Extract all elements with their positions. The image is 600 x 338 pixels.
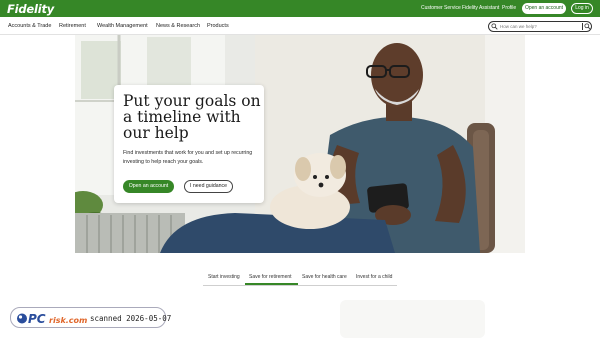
svg-text:PC: PC: [28, 312, 46, 326]
search-box[interactable]: How can we help?: [488, 21, 592, 32]
tab-invest-for-child[interactable]: Invest for a child: [356, 274, 392, 280]
hero-open-account-button[interactable]: Open an account: [123, 180, 174, 193]
watermark-badge: PC risk.com scanned 2026-05-07: [10, 307, 171, 328]
profile-link[interactable]: Profile: [502, 5, 516, 11]
svg-text:risk.com: risk.com: [49, 316, 87, 325]
content-placeholder: [340, 300, 485, 338]
search-icon: [491, 23, 498, 30]
goal-tabs: Start investing Save for retirement Save…: [203, 270, 397, 286]
tab-save-for-health-care[interactable]: Save for health care: [302, 274, 347, 280]
login-button[interactable]: Log in: [571, 3, 593, 14]
fidelity-assistant-link[interactable]: Fidelity Assistant: [462, 5, 499, 11]
tab-start-investing[interactable]: Start investing: [208, 274, 240, 280]
fidelity-logo[interactable]: Fidelity: [7, 2, 54, 16]
hero-body: Find investments that work for you and s…: [123, 150, 253, 165]
search-submit-icon[interactable]: [584, 23, 591, 30]
nav-products[interactable]: Products: [207, 23, 229, 29]
hero-guidance-button[interactable]: I need guidance: [184, 180, 233, 193]
hero-title: Put your goals on a timeline with our he…: [123, 92, 261, 142]
nav-news-research[interactable]: News & Research: [156, 23, 200, 29]
tab-active-indicator: [245, 283, 298, 285]
customer-service-link[interactable]: Customer Service: [421, 5, 461, 11]
top-bar: Fidelity Customer Service Fidelity Assis…: [0, 0, 600, 17]
nav-retirement[interactable]: Retirement: [59, 23, 86, 29]
search-input[interactable]: How can we help?: [500, 24, 537, 29]
nav-wealth-management[interactable]: Wealth Management: [97, 23, 148, 29]
tab-save-for-retirement[interactable]: Save for retirement: [249, 274, 292, 280]
open-account-button[interactable]: Open an account: [522, 3, 566, 14]
scanned-date: scanned 2026-05-07: [90, 314, 172, 323]
pcrisk-logo: PC risk.com: [17, 312, 87, 326]
hero-card: Put your goals on a timeline with our he…: [114, 85, 264, 203]
search-divider: [582, 23, 583, 30]
nav-accounts-trade[interactable]: Accounts & Trade: [8, 23, 51, 29]
